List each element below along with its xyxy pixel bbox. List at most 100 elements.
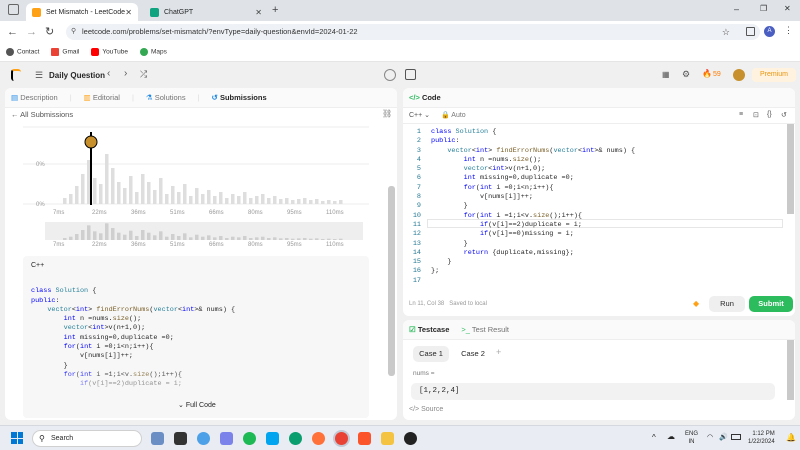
debug-icon[interactable]: ◆: [693, 299, 699, 308]
share-link-icon[interactable]: ⛓: [382, 109, 392, 118]
line-number: 8: [416, 193, 421, 202]
minimize-icon[interactable]: –: [734, 4, 739, 14]
back-icon[interactable]: ←: [7, 26, 18, 38]
testcase-scrollbar[interactable]: [787, 340, 794, 400]
editor-scrollbar[interactable]: [787, 124, 794, 214]
notes-icon[interactable]: [405, 69, 416, 80]
onedrive-icon[interactable]: ☁: [667, 432, 675, 441]
clock[interactable]: 1:12 PM 1/22/2024: [748, 430, 775, 446]
language-indicator[interactable]: ENG IN: [685, 430, 698, 446]
browser-tab-leetcode[interactable]: Set Mismatch - LeetCode ✕: [26, 3, 138, 21]
close-tab-icon[interactable]: ✕: [255, 8, 262, 17]
widgets-icon[interactable]: [151, 432, 164, 445]
reset-icon[interactable]: ↺: [781, 111, 787, 119]
testcase-tab[interactable]: ☑ Testcase: [409, 325, 449, 334]
tab-editorial[interactable]: ▥ Editorial: [84, 93, 120, 102]
url-field[interactable]: ⚲ leetcode.com/problems/set-mismatch/?en…: [66, 24, 760, 40]
bookmark-youtube[interactable]: YouTube: [91, 48, 128, 56]
menu-kebab-icon[interactable]: ⋮: [784, 25, 793, 36]
daily-question-link[interactable]: Daily Question: [49, 71, 105, 80]
add-case-icon[interactable]: +: [496, 347, 501, 357]
leetcode-favicon-icon: [32, 7, 41, 17]
bookmark-contact[interactable]: Contact: [6, 48, 39, 56]
tab-description[interactable]: ▤ Description: [11, 93, 58, 102]
submit-button[interactable]: Submit: [749, 296, 793, 312]
tab-label: Solutions: [154, 93, 186, 102]
edge-icon[interactable]: [197, 432, 210, 445]
tab-actions-icon[interactable]: [8, 4, 19, 15]
firefox-icon[interactable]: [312, 432, 325, 445]
tab-divider: |: [69, 93, 72, 102]
spotify-icon[interactable]: [243, 432, 256, 445]
braces-icon[interactable]: {}: [767, 111, 772, 118]
sidepanel-icon[interactable]: [746, 27, 755, 36]
testcase-tabs: ☑ Testcase >_ Test Result: [403, 320, 795, 340]
left-scrollbar[interactable]: [388, 186, 395, 376]
premium-button[interactable]: Premium: [752, 68, 796, 82]
media-player-icon[interactable]: [404, 432, 417, 445]
bookmark-maps[interactable]: Maps: [139, 48, 167, 56]
profile-avatar[interactable]: A: [764, 26, 775, 37]
source-toggle[interactable]: </> Source: [409, 406, 443, 413]
store-icon[interactable]: [266, 432, 279, 445]
case-1-tab[interactable]: Case 1: [413, 346, 449, 362]
close-window-icon[interactable]: ✕: [784, 4, 791, 13]
bookmark-icon[interactable]: ⊡: [753, 111, 759, 119]
taskbar-search[interactable]: ⚲ Search: [32, 430, 142, 447]
code-editor[interactable]: 1 2 3 4 5 6 7 8 9 10 11 12 13 14 15 16 17 class Solution…: [403, 128, 783, 288]
code-line: return {duplicate,missing};​: [463, 248, 574, 257]
run-button[interactable]: Run: [709, 296, 745, 312]
new-tab-icon[interactable]: +: [272, 4, 278, 16]
case-2-tab[interactable]: Case 2: [455, 346, 491, 362]
tab-solutions[interactable]: ⚗ Solutions: [146, 93, 186, 102]
format-icon[interactable]: ≡: [739, 111, 743, 118]
settings-gear-icon[interactable]: ⚙: [682, 69, 690, 80]
bookmark-label: Maps: [150, 48, 167, 56]
maximize-icon[interactable]: ❐: [760, 4, 767, 13]
windows-start-icon[interactable]: [11, 432, 23, 444]
close-tab-icon[interactable]: ✕: [125, 8, 132, 17]
wifi-icon[interactable]: ◠: [707, 433, 713, 441]
code-line: vector<int> findErrorNums(vector<int>& n…: [447, 146, 636, 155]
chrome-icon[interactable]: [335, 432, 348, 445]
x-tick-label: 22ms: [92, 210, 107, 216]
user-avatar[interactable]: [733, 69, 745, 81]
full-code-button[interactable]: ⌄ Full Code: [178, 401, 216, 409]
nums-input[interactable]: [1,2,2,4]: [411, 383, 775, 400]
layout-icon[interactable]: ▦: [662, 70, 670, 79]
language-select[interactable]: C++ ⌄: [409, 111, 430, 119]
leetcode-logo-icon[interactable]: [11, 69, 21, 81]
streak-fire-icon[interactable]: 🔥: [702, 69, 712, 78]
teams-icon[interactable]: [220, 432, 233, 445]
line-number: 6: [416, 174, 421, 183]
auto-toggle[interactable]: 🔒 Auto: [441, 111, 466, 119]
tray-chevron-icon[interactable]: ^: [652, 433, 656, 442]
reload-icon[interactable]: ↻: [45, 26, 54, 38]
notifications-icon[interactable]: 🔔: [786, 433, 796, 442]
task-view-icon[interactable]: [174, 432, 187, 445]
description-icon: ▤: [11, 93, 19, 102]
list-icon[interactable]: ☰: [35, 70, 43, 81]
runtime-chart-svg: 0% 0% 7ms 22ms 36ms 51ms 66ms 80ms 95ms 110ms 7…: [23, 126, 369, 248]
battery-icon[interactable]: [731, 434, 741, 440]
forward-icon[interactable]: →: [26, 26, 37, 38]
code-tab[interactable]: </> Code: [409, 93, 441, 102]
site-info-icon[interactable]: ⚲: [71, 24, 76, 40]
all-submissions-link[interactable]: ← All Submissions: [11, 110, 73, 119]
volume-icon[interactable]: 🔊: [719, 433, 728, 441]
shuffle-icon[interactable]: ⤮: [140, 69, 147, 80]
tab-divider: |: [197, 93, 200, 102]
next-problem-icon[interactable]: ›: [124, 68, 127, 79]
brave-icon[interactable]: [358, 432, 371, 445]
bookmark-gmail[interactable]: Gmail: [51, 48, 79, 56]
timer-icon[interactable]: [384, 69, 396, 81]
browser-tab-chatgpt[interactable]: ChatGPT ✕: [144, 3, 268, 21]
prev-problem-icon[interactable]: ‹: [107, 68, 110, 79]
edge-dev-icon[interactable]: [289, 432, 302, 445]
file-explorer-icon[interactable]: [381, 432, 394, 445]
tab-label: Editorial: [92, 93, 120, 102]
line-number: 15: [412, 258, 421, 267]
tab-submissions[interactable]: ↺ Submissions: [212, 93, 267, 102]
bookmark-star-icon[interactable]: ☆: [722, 24, 730, 40]
test-result-tab[interactable]: >_ Test Result: [461, 325, 509, 334]
